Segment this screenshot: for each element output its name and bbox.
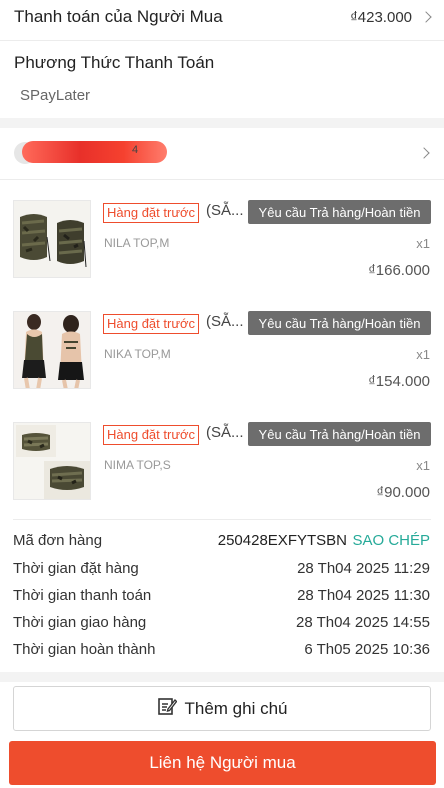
order-item[interactable]: Hàng đặt trước (SẴ... Yêu cầu Trả hàng/H… (0, 200, 444, 306)
completion-time-label: Thời gian hoàn thành (13, 641, 156, 658)
shipping-time-row: Thời gian giao hàng 28 Th04 2025 14:55 (0, 611, 444, 635)
completion-time-row: Thời gian hoàn thành 6 Th05 2025 10:36 (0, 638, 444, 662)
product-variant: NIMA TOP,S (104, 458, 171, 472)
product-image (13, 200, 91, 278)
buyer-info-row[interactable]: 4 (0, 133, 444, 173)
copy-order-id-button[interactable]: SAO CHÉP (352, 532, 430, 549)
order-time-label: Thời gian đặt hàng (13, 560, 139, 577)
divider (0, 179, 444, 180)
product-price: ₫154.000 (368, 373, 430, 390)
preorder-badge: Hàng đặt trước (103, 425, 200, 445)
order-id-label: Mã đơn hàng (13, 532, 103, 549)
preorder-badge: Hàng đặt trước (103, 203, 200, 223)
order-id-value: 250428EXFYTSBN (217, 532, 347, 549)
payment-time-row: Thời gian thanh toán 28 Th04 2025 11:30 (0, 584, 444, 608)
product-variant: NIKA TOP,M (104, 347, 171, 361)
product-name: (SẴ... (206, 313, 244, 330)
product-quantity: x1 (416, 347, 430, 362)
section-separator (0, 118, 444, 128)
divider (0, 40, 444, 41)
completion-time-value: 6 Th05 2025 10:36 (304, 641, 430, 658)
divider (13, 519, 431, 520)
product-quantity: x1 (416, 458, 430, 473)
buyer-payment-amount: ₫423.000 (350, 8, 412, 26)
shipping-time-label: Thời gian giao hàng (13, 614, 147, 631)
order-item[interactable]: Hàng đặt trước (SẴ... Yêu cầu Trả hàng/H… (0, 422, 444, 528)
order-id-row: Mã đơn hàng 250428EXFYTSBN SAO CHÉP (0, 529, 444, 553)
shipping-time-value: 28 Th04 2025 14:55 (295, 614, 430, 631)
add-note-button[interactable]: Thêm ghi chú (13, 686, 431, 731)
buyer-name-redacted (22, 141, 167, 163)
product-variant: NILA TOP,M (104, 236, 170, 250)
chevron-right-icon (420, 11, 432, 23)
product-price: ₫166.000 (368, 262, 430, 279)
payment-method-value: SPayLater (20, 87, 91, 104)
product-image (13, 311, 91, 389)
section-separator (0, 672, 444, 682)
contact-buyer-button[interactable]: Liên hệ Người mua (9, 741, 436, 785)
return-refund-button[interactable]: Yêu cầu Trả hàng/Hoàn tiền (248, 200, 431, 224)
chevron-right-icon (418, 147, 430, 159)
preorder-badge: Hàng đặt trước (103, 314, 200, 334)
product-quantity: x1 (416, 236, 430, 251)
edit-note-icon (157, 696, 177, 721)
product-price: ₫90.000 (376, 484, 430, 501)
order-time-row: Thời gian đặt hàng 28 Th04 2025 11:29 (0, 557, 444, 581)
buyer-payment-row[interactable]: Thanh toán của Người Mua ₫423.000 (0, 0, 444, 34)
product-name: (SẴ... (206, 202, 244, 219)
product-name: (SẴ... (206, 424, 244, 441)
return-refund-button[interactable]: Yêu cầu Trả hàng/Hoàn tiền (248, 422, 431, 446)
buyer-name-tail: 4 (132, 144, 139, 156)
buyer-payment-label: Thanh toán của Người Mua (14, 7, 223, 26)
product-image (13, 422, 91, 500)
add-note-label: Thêm ghi chú (184, 698, 288, 718)
order-item[interactable]: Hàng đặt trước (SẴ... Yêu cầu Trả hàng/H… (0, 311, 444, 417)
payment-method-title: Phương Thức Thanh Toán (14, 53, 215, 72)
order-time-value: 28 Th04 2025 11:29 (297, 560, 430, 577)
payment-time-value: 28 Th04 2025 11:30 (297, 587, 430, 604)
return-refund-button[interactable]: Yêu cầu Trả hàng/Hoàn tiền (248, 311, 431, 335)
payment-time-label: Thời gian thanh toán (13, 587, 152, 604)
